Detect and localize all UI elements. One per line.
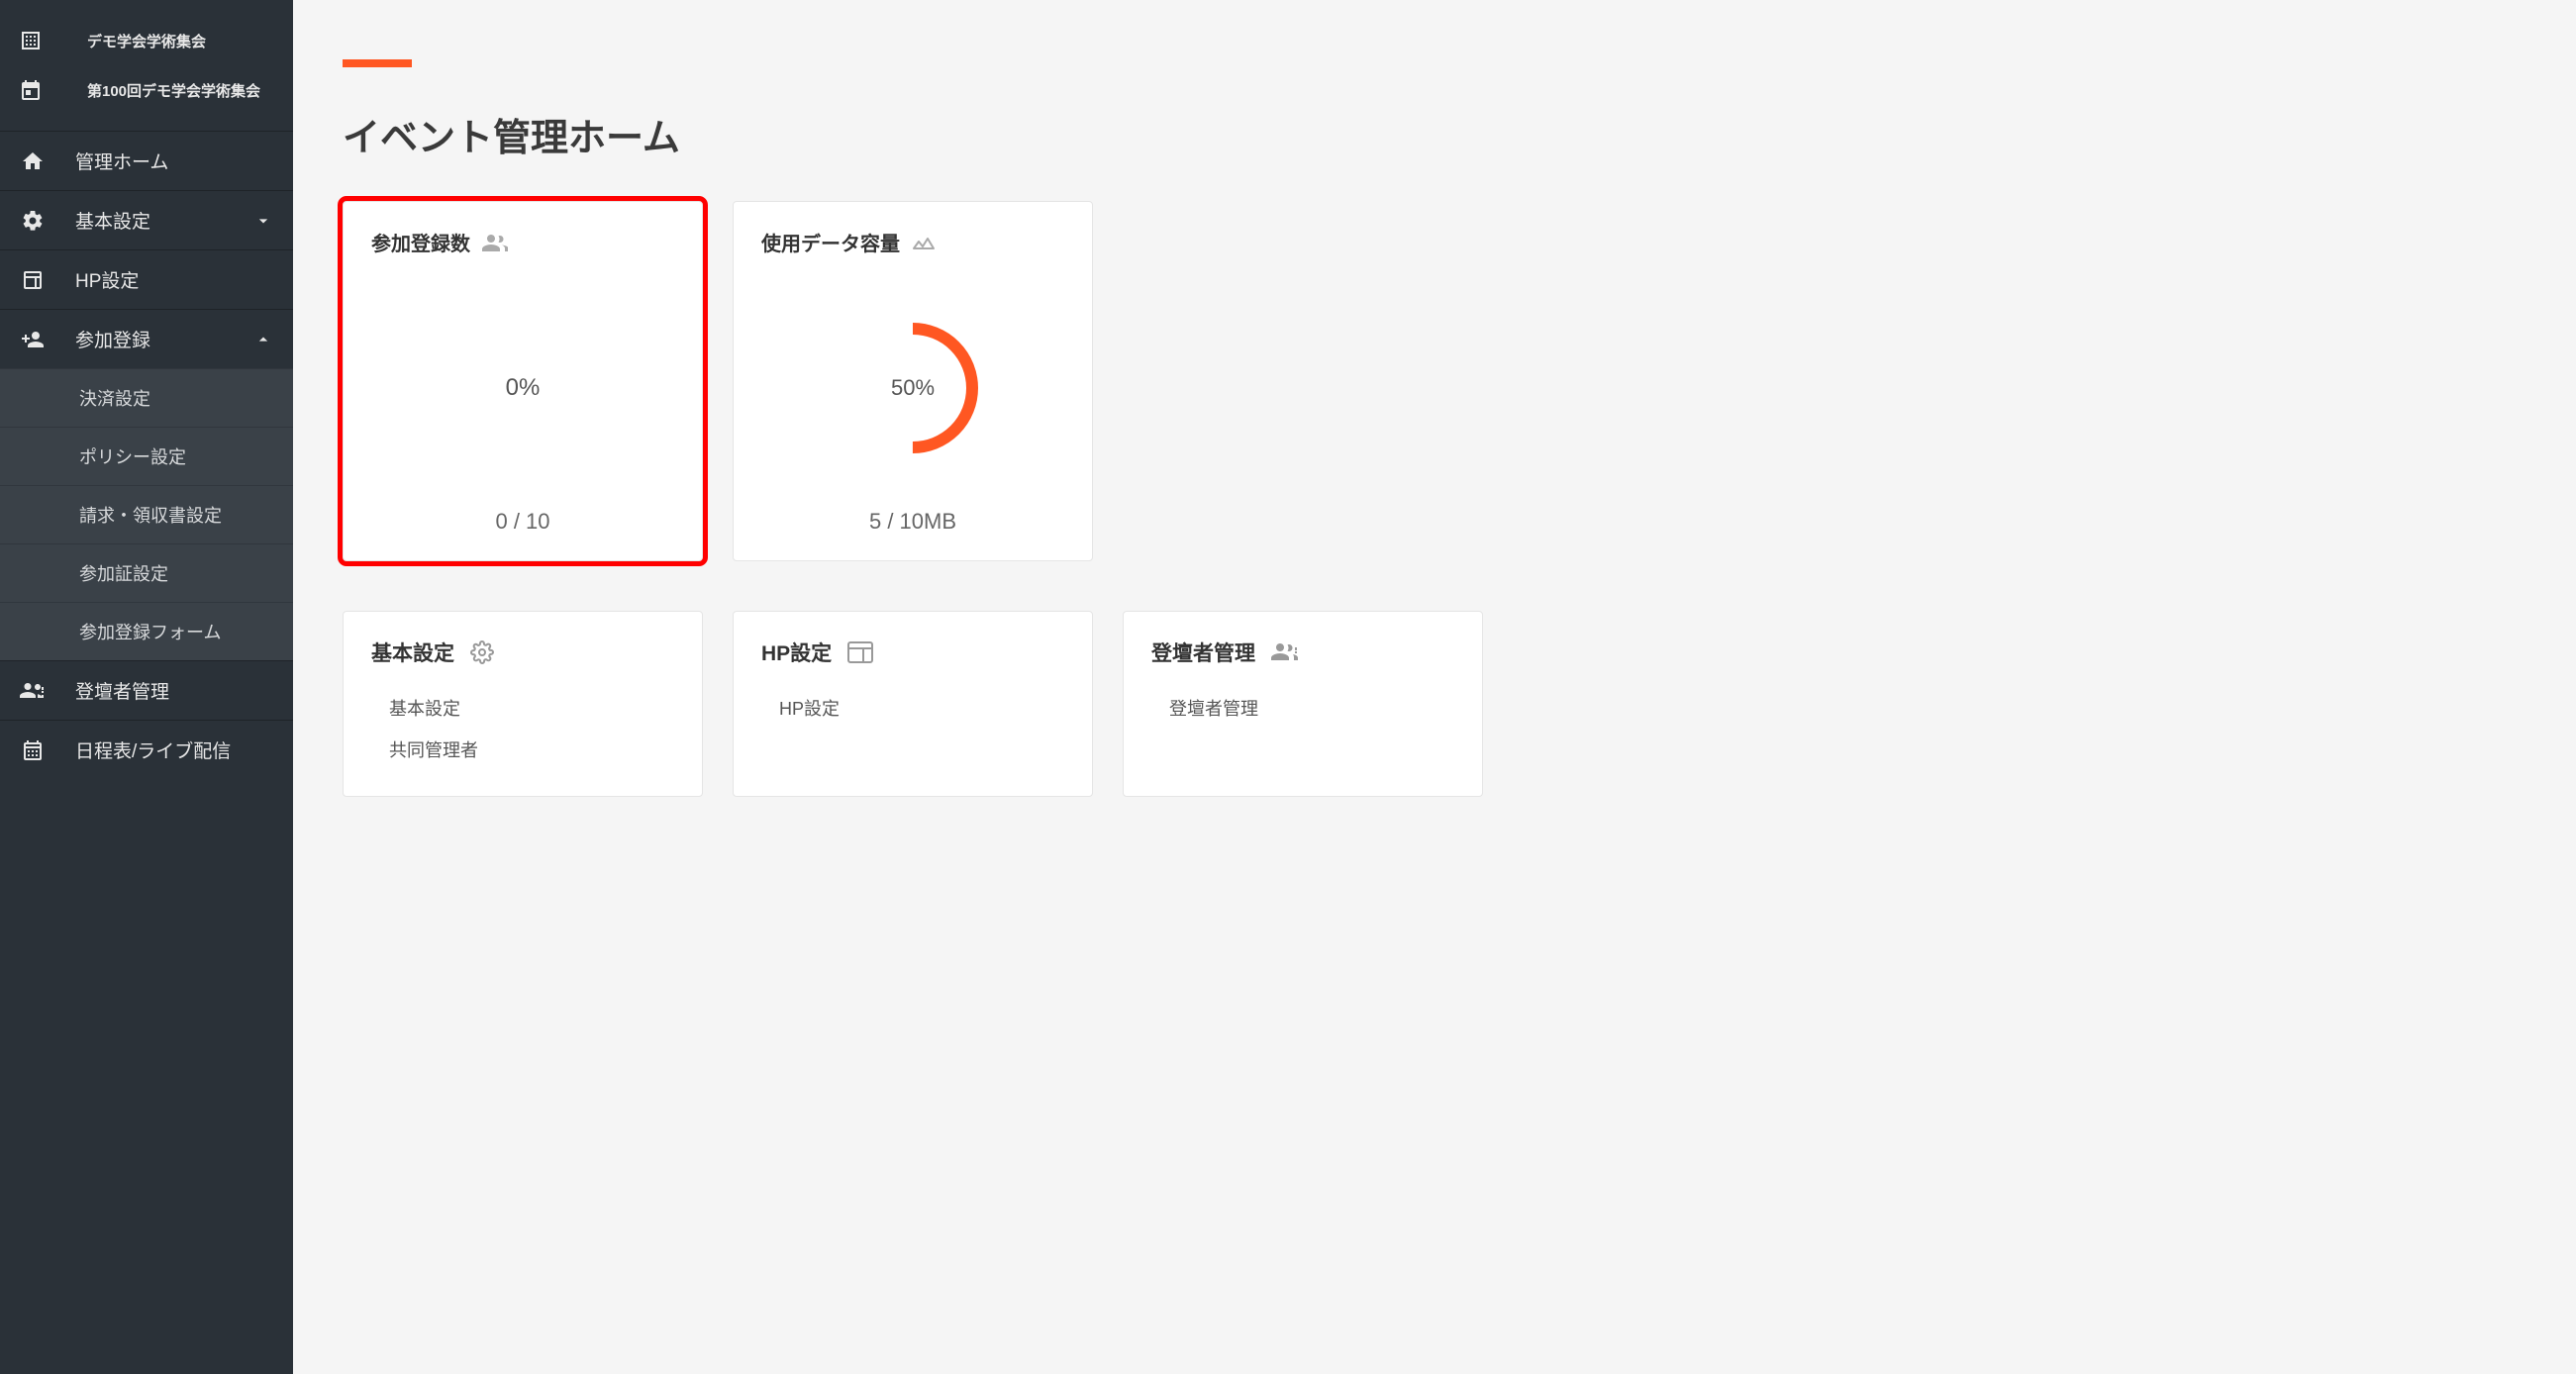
nav-item-registration[interactable]: 参加登録 (0, 309, 293, 368)
storage-percent: 50% (891, 375, 935, 401)
sub-nav-billing-receipt-settings[interactable]: 請求・領収書設定 (0, 485, 293, 543)
nav-label: 管理ホーム (75, 147, 273, 174)
link-card-header: 基本設定 (371, 638, 674, 667)
nav-item-basic-settings[interactable]: 基本設定 (0, 190, 293, 249)
speakers-icon (1271, 641, 1299, 663)
link-card-header: 登壇者管理 (1151, 638, 1454, 667)
sidebar-header: デモ学会学術集会 第100回デモ学会学術集会 (0, 0, 293, 131)
sub-nav-registration: 決済設定 ポリシー設定 請求・領収書設定 参加証設定 参加登録フォーム (0, 368, 293, 660)
link-card-basic-settings: 基本設定 基本設定 共同管理者 (343, 611, 703, 797)
nav-label: 登壇者管理 (75, 677, 273, 704)
page-title: イベント管理ホーム (343, 107, 2526, 161)
nav-item-speakers[interactable]: 登壇者管理 (0, 660, 293, 720)
nav-item-hp-settings[interactable]: HP設定 (0, 249, 293, 309)
link-card-title: 登壇者管理 (1151, 638, 1255, 667)
storage-ratio: 5 / 10MB (761, 509, 1064, 535)
chart-line-icon (912, 235, 938, 250)
speakers-icon (20, 678, 46, 704)
sidebar: デモ学会学術集会 第100回デモ学会学術集会 管理ホーム 基本設定 (0, 0, 293, 1374)
stat-cards-row: 参加登録数 0% 0 / 10 使用データ容量 (343, 201, 2526, 561)
person-plus-icon (20, 327, 46, 352)
org-name: デモ学会学術集会 (87, 31, 206, 51)
link-list: 基本設定 共同管理者 (371, 687, 674, 770)
org-row[interactable]: デモ学会学術集会 (18, 24, 275, 73)
web-icon (847, 641, 873, 663)
nav-label: HP設定 (75, 266, 273, 293)
link-card-title: HP設定 (761, 638, 832, 667)
event-name: 第100回デモ学会学術集会 (87, 80, 260, 101)
building-icon (18, 28, 44, 53)
main-content: イベント管理ホーム 参加登録数 0% 0 / 10 使用データ容量 (293, 0, 2576, 1374)
registrations-ratio: 0 / 10 (371, 509, 674, 535)
link-card-speakers: 登壇者管理 登壇者管理 (1123, 611, 1483, 797)
card-header: 使用データ容量 (761, 228, 1064, 256)
link-cards-row: 基本設定 基本設定 共同管理者 HP設定 HP設定 (343, 611, 2526, 797)
nav-list: 管理ホーム 基本設定 HP設定 参加登録 (0, 131, 293, 779)
link-card-hp-settings: HP設定 HP設定 (733, 611, 1093, 797)
card-header: 参加登録数 (371, 228, 674, 256)
web-icon (20, 267, 46, 293)
gear-icon (470, 640, 494, 664)
sub-nav-policy-settings[interactable]: ポリシー設定 (0, 427, 293, 485)
link-basic-settings[interactable]: 基本設定 (389, 687, 674, 729)
card-title: 参加登録数 (371, 228, 470, 256)
gear-icon (20, 208, 46, 234)
link-card-title: 基本設定 (371, 638, 454, 667)
nav-label: 参加登録 (75, 326, 253, 352)
link-list: HP設定 (761, 687, 1064, 729)
storage-card[interactable]: 使用データ容量 50% 5 / 10MB (733, 201, 1093, 561)
nav-label: 基本設定 (75, 207, 253, 234)
registrations-percent: 0% (506, 374, 541, 402)
stat-body: 0% (371, 256, 674, 509)
link-speakers-mgmt[interactable]: 登壇者管理 (1169, 687, 1454, 729)
nav-item-home[interactable]: 管理ホーム (0, 131, 293, 190)
calendar-day-icon (18, 77, 44, 103)
home-icon (20, 148, 46, 174)
storage-gauge: 50% (839, 314, 987, 462)
chevron-up-icon (253, 330, 273, 349)
nav-label: 日程表/ライブ配信 (75, 736, 273, 763)
link-list: 登壇者管理 (1151, 687, 1454, 729)
accent-bar (343, 59, 412, 67)
link-card-header: HP設定 (761, 638, 1064, 667)
card-title: 使用データ容量 (761, 228, 900, 256)
link-co-admin[interactable]: 共同管理者 (389, 729, 674, 770)
registrations-card[interactable]: 参加登録数 0% 0 / 10 (343, 201, 703, 561)
people-icon (482, 233, 508, 252)
calendar-icon (20, 737, 46, 763)
stat-body: 50% (761, 256, 1064, 509)
sub-nav-payment-settings[interactable]: 決済設定 (0, 368, 293, 427)
nav-item-schedule[interactable]: 日程表/ライブ配信 (0, 720, 293, 779)
event-row[interactable]: 第100回デモ学会学術集会 (18, 73, 275, 121)
chevron-down-icon (253, 211, 273, 231)
link-hp-settings[interactable]: HP設定 (779, 687, 1064, 729)
sub-nav-badge-settings[interactable]: 参加証設定 (0, 543, 293, 602)
sub-nav-registration-form[interactable]: 参加登録フォーム (0, 602, 293, 660)
